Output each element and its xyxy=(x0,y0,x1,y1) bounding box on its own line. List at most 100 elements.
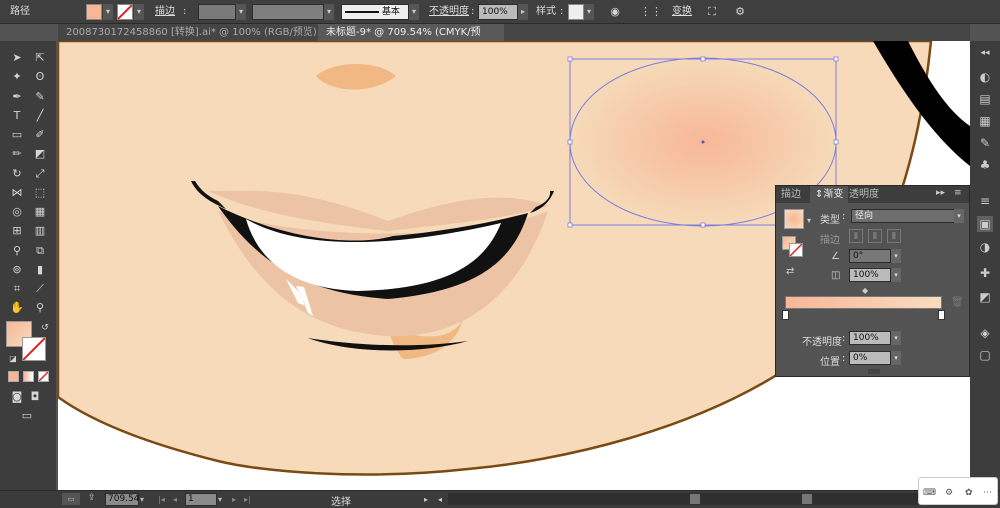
type-tool-icon[interactable]: T xyxy=(8,107,26,125)
options-icon[interactable]: ⚙ xyxy=(731,3,749,21)
preview-dropdown-icon[interactable]: ▾ xyxy=(807,216,811,225)
tab-document-2[interactable]: 未标题-9* @ 709.54% (CMYK/预览)× xyxy=(318,24,504,55)
rotate-tool-icon[interactable]: ↻ xyxy=(8,165,26,183)
next-artboard-icon[interactable]: ▸ xyxy=(232,493,236,506)
direct-selection-tool-icon[interactable]: ⇱ xyxy=(31,49,49,67)
zoom-tool-icon[interactable]: ⚲ xyxy=(31,299,49,317)
swatches-panel-icon[interactable]: ▦ xyxy=(977,113,993,129)
eyedropper-tool-icon[interactable]: ⚲ xyxy=(8,242,26,260)
pencil-tool-icon[interactable]: ✏ xyxy=(8,145,26,163)
ime-more-icon[interactable]: ⋯ xyxy=(983,488,992,498)
brush-dropdown-icon[interactable]: ▾ xyxy=(409,4,419,20)
pen-tool-icon[interactable]: ✒ xyxy=(8,88,26,106)
status-menu-arrow-icon[interactable]: ▸ xyxy=(424,493,428,506)
zoom-dropdown-icon[interactable]: ▾ xyxy=(140,493,144,506)
export-icon[interactable]: ⇪ xyxy=(88,493,96,503)
draw-behind-icon[interactable]: ◘ xyxy=(26,388,44,406)
draw-normal-icon[interactable]: ◙ xyxy=(8,388,26,406)
perspective-grid-tool-icon[interactable]: ▦ xyxy=(31,203,49,221)
gradient-tool-icon[interactable]: ▥ xyxy=(31,222,49,240)
ime-skin-icon[interactable]: ✿ xyxy=(965,488,973,498)
midpoint-diamond-icon[interactable]: ◆ xyxy=(862,286,868,295)
tab-transparency[interactable]: 透明度 xyxy=(844,186,884,203)
artboard-dropdown-icon[interactable]: ▾ xyxy=(218,493,222,506)
gradient-stop-left[interactable] xyxy=(782,310,789,320)
delete-stop-icon[interactable]: 🗑 xyxy=(951,297,964,308)
scroll-left-arrow-icon[interactable]: ◂ xyxy=(438,493,442,506)
transform-link[interactable]: 变换 xyxy=(672,4,692,20)
horizontal-scrollbar[interactable] xyxy=(448,493,968,505)
stroke-link[interactable]: 描边 xyxy=(155,4,175,20)
stroke-along-icon[interactable]: ▮ xyxy=(868,229,882,243)
reverse-gradient-icon[interactable]: ⇄ xyxy=(786,266,794,277)
opacity-link[interactable]: 不透明度 xyxy=(429,4,469,20)
scale-tool-icon[interactable]: ⤢ xyxy=(31,165,49,183)
fill-swatch[interactable] xyxy=(86,4,102,20)
panel-collapse-icon[interactable]: ▸▸ xyxy=(936,188,945,198)
line-tool-icon[interactable]: ╱ xyxy=(31,107,49,125)
scrollbar-thumb-right[interactable] xyxy=(802,494,812,504)
free-transform-tool-icon[interactable]: ⬚ xyxy=(31,184,49,202)
rectangle-tool-icon[interactable]: ▭ xyxy=(8,126,26,144)
transparency-panel-icon[interactable]: ◑ xyxy=(977,239,993,255)
gradient-type-select[interactable]: 径向 xyxy=(851,209,955,223)
stroke-weight-field[interactable] xyxy=(198,4,236,20)
aspect-dropdown-icon[interactable]: ▾ xyxy=(891,268,901,282)
symbols-panel-icon[interactable]: ♣ xyxy=(977,157,993,173)
collapse-arrows-icon[interactable]: ◂◂ xyxy=(977,45,993,61)
color-mode-icon[interactable] xyxy=(8,371,19,382)
prev-artboard-icon[interactable]: ◂ xyxy=(173,493,177,506)
ime-icon[interactable]: ⌨ xyxy=(923,488,936,498)
tab-document-1[interactable]: 2008730172458860 [转换].ai* @ 100% (RGB/预览… xyxy=(58,24,318,41)
last-artboard-icon[interactable]: ▸| xyxy=(244,493,251,506)
angle-dropdown-icon[interactable]: ▾ xyxy=(891,249,901,263)
gradient-panel-icon[interactable]: ▣ xyxy=(977,216,993,232)
color-guide-icon[interactable]: ▤ xyxy=(977,91,993,107)
stroke-dropdown-icon[interactable]: ▾ xyxy=(134,4,144,20)
width-tool-icon[interactable]: ⋈ xyxy=(8,184,26,202)
hand-tool-icon[interactable]: ✋ xyxy=(8,299,26,317)
stop-position-field[interactable]: 0% xyxy=(849,351,891,365)
gradient-stop-right[interactable] xyxy=(938,310,945,320)
magic-wand-tool-icon[interactable]: ✦ xyxy=(8,68,26,86)
gradient-mode-icon[interactable] xyxy=(23,371,34,382)
layers-panel-icon[interactable]: ◈ xyxy=(977,325,993,341)
lasso-tool-icon[interactable]: ʘ xyxy=(31,68,49,86)
artboard-tool-icon[interactable]: ⌗ xyxy=(8,280,26,298)
opacity-arrow-icon[interactable]: ▸ xyxy=(518,4,528,20)
stop-opacity-field[interactable]: 100% xyxy=(849,331,891,345)
color-panel-icon[interactable]: ◐ xyxy=(977,69,993,85)
tab-gradient[interactable]: ⇕渐变 xyxy=(810,186,849,203)
gradient-preview-swatch[interactable] xyxy=(784,209,804,229)
paintbrush-tool-icon[interactable]: ✐ xyxy=(31,126,49,144)
column-graph-tool-icon[interactable]: ▮ xyxy=(31,261,49,279)
graphic-style-swatch[interactable] xyxy=(568,4,584,20)
shape-builder-tool-icon[interactable]: ◎ xyxy=(8,203,26,221)
eraser-tool-icon[interactable]: ◩ xyxy=(31,145,49,163)
appearance-panel-icon[interactable]: ✚ xyxy=(977,265,993,281)
isolate-icon[interactable]: ⛶ xyxy=(703,3,721,21)
variable-width-field[interactable] xyxy=(252,4,324,20)
artboard-number-field[interactable]: 1 xyxy=(185,493,217,506)
stroke-across-icon[interactable]: ▮ xyxy=(887,229,901,243)
default-colors-icon[interactable]: ◪ xyxy=(4,350,22,368)
opacity-field[interactable]: 100% xyxy=(478,4,518,20)
brush-style-field[interactable]: 基本 xyxy=(341,4,409,20)
recolor-icon[interactable]: ◉ xyxy=(606,3,624,21)
artboard-nav-icon[interactable]: ▭ xyxy=(62,493,80,505)
fill-stroke-stroke-icon[interactable] xyxy=(789,243,803,257)
first-artboard-icon[interactable]: |◂ xyxy=(158,493,165,506)
mesh-tool-icon[interactable]: ⊞ xyxy=(8,222,26,240)
screen-mode-icon[interactable]: ▭ xyxy=(18,407,36,425)
curvature-tool-icon[interactable]: ✎ xyxy=(31,88,49,106)
style-dropdown-icon[interactable]: ▾ xyxy=(584,4,594,20)
stroke-color-box[interactable] xyxy=(22,337,46,361)
ime-toolbar[interactable]: ⌨ ⚙ ✿ ⋯ xyxy=(918,477,998,505)
slice-tool-icon[interactable]: ⟋ xyxy=(31,280,49,298)
fill-dropdown-icon[interactable]: ▾ xyxy=(103,4,113,20)
stroke-panel-icon[interactable]: ≡ xyxy=(977,193,993,209)
aspect-ratio-field[interactable]: 100% xyxy=(849,268,891,282)
symbol-sprayer-tool-icon[interactable]: ⊚ xyxy=(8,261,26,279)
zoom-field[interactable]: 709.54 xyxy=(105,493,140,506)
ime-tools-icon[interactable]: ⚙ xyxy=(945,488,953,498)
